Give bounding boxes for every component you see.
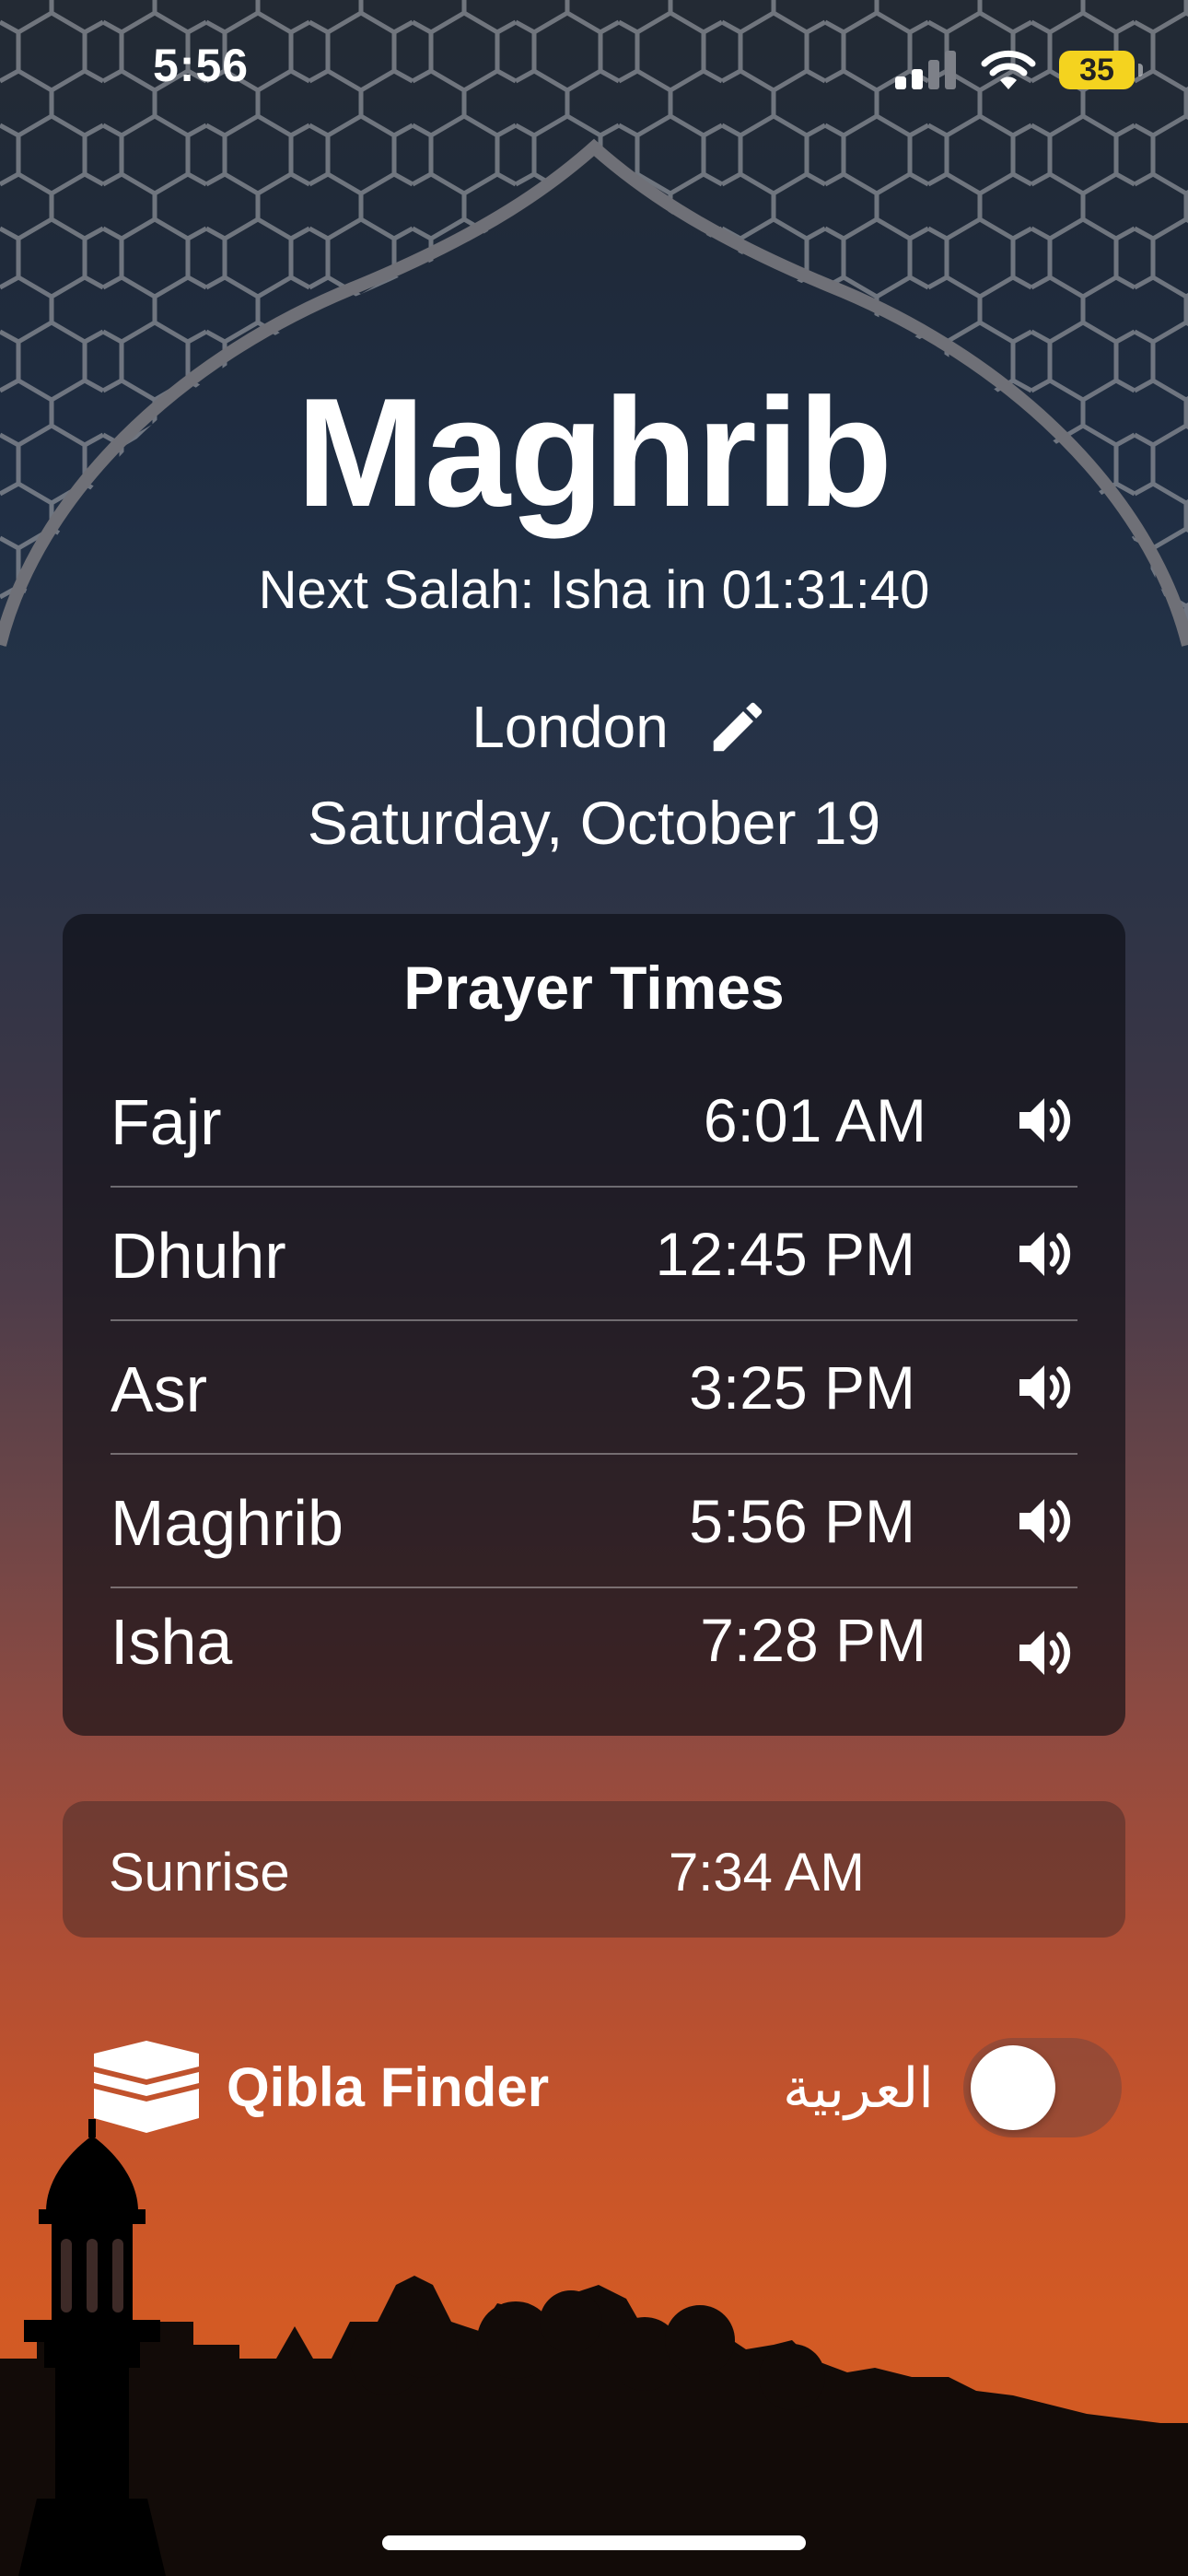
location-name: London: [472, 694, 669, 760]
prayer-name: Fajr: [111, 1086, 222, 1158]
next-salah-countdown: Next Salah: Isha in 01:31:40: [258, 560, 930, 620]
home-indicator[interactable]: [382, 2535, 806, 2550]
prayer-times-card: Prayer Times Fajr 6:01 AM Dhuhr 12:45 PM…: [63, 914, 1125, 1736]
arabic-language-toggle[interactable]: [963, 2038, 1122, 2137]
current-prayer-title: Maghrib: [296, 366, 892, 539]
toggle-knob: [971, 2045, 1055, 2130]
sunrise-card: Sunrise 7:34 AM: [63, 1801, 1125, 1938]
prayer-row-dhuhr: Dhuhr 12:45 PM: [111, 1186, 1077, 1321]
signal-icon: [895, 51, 956, 89]
prayer-name: Maghrib: [111, 1487, 344, 1559]
prayer-row-fajr: Fajr 6:01 AM: [111, 1052, 1077, 1188]
speaker-icon[interactable]: [1011, 1488, 1077, 1554]
sunrise-time: 7:34 AM: [669, 1843, 865, 1903]
status-bar-icons: 35: [893, 42, 1143, 98]
pencil-edit-icon[interactable]: [705, 695, 770, 759]
qibla-finder-label: Qibla Finder: [227, 2055, 550, 2118]
battery-icon: 35: [1059, 51, 1143, 89]
kaaba-icon: [94, 2041, 199, 2133]
qibla-finder-button[interactable]: Qibla Finder: [92, 2032, 549, 2142]
prayer-time: 5:56 PM: [689, 1487, 915, 1555]
wifi-icon: [981, 50, 1036, 89]
prayer-row-maghrib: Maghrib 5:56 PM: [111, 1453, 1077, 1588]
speaker-icon[interactable]: [1011, 1354, 1077, 1421]
prayer-name: Dhuhr: [111, 1220, 286, 1292]
speaker-icon[interactable]: [1011, 1620, 1077, 1686]
location-row: London: [0, 693, 1188, 761]
arabic-language-label: العربية: [783, 2057, 934, 2119]
date-label: Saturday, October 19: [307, 789, 881, 857]
speaker-icon[interactable]: [1011, 1221, 1077, 1287]
prayer-row-asr: Asr 3:25 PM: [111, 1319, 1077, 1455]
status-bar-time: 5:56: [153, 40, 250, 91]
prayer-times-title: Prayer Times: [403, 954, 785, 1022]
speaker-icon[interactable]: [1011, 1087, 1077, 1153]
prayer-time: 3:25 PM: [689, 1353, 915, 1422]
crescent-moon: [573, 304, 635, 360]
prayer-time: 12:45 PM: [655, 1220, 916, 1288]
prayer-name: Asr: [111, 1353, 207, 1425]
prayer-time: 7:28 PM: [700, 1606, 926, 1674]
minaret-silhouette: [18, 2119, 166, 2576]
prayer-name: Isha: [111, 1606, 233, 1678]
prayer-row-isha: Isha 7:28 PM: [111, 1587, 1077, 1720]
sunrise-label: Sunrise: [109, 1843, 290, 1903]
prayer-time: 6:01 AM: [703, 1086, 926, 1154]
